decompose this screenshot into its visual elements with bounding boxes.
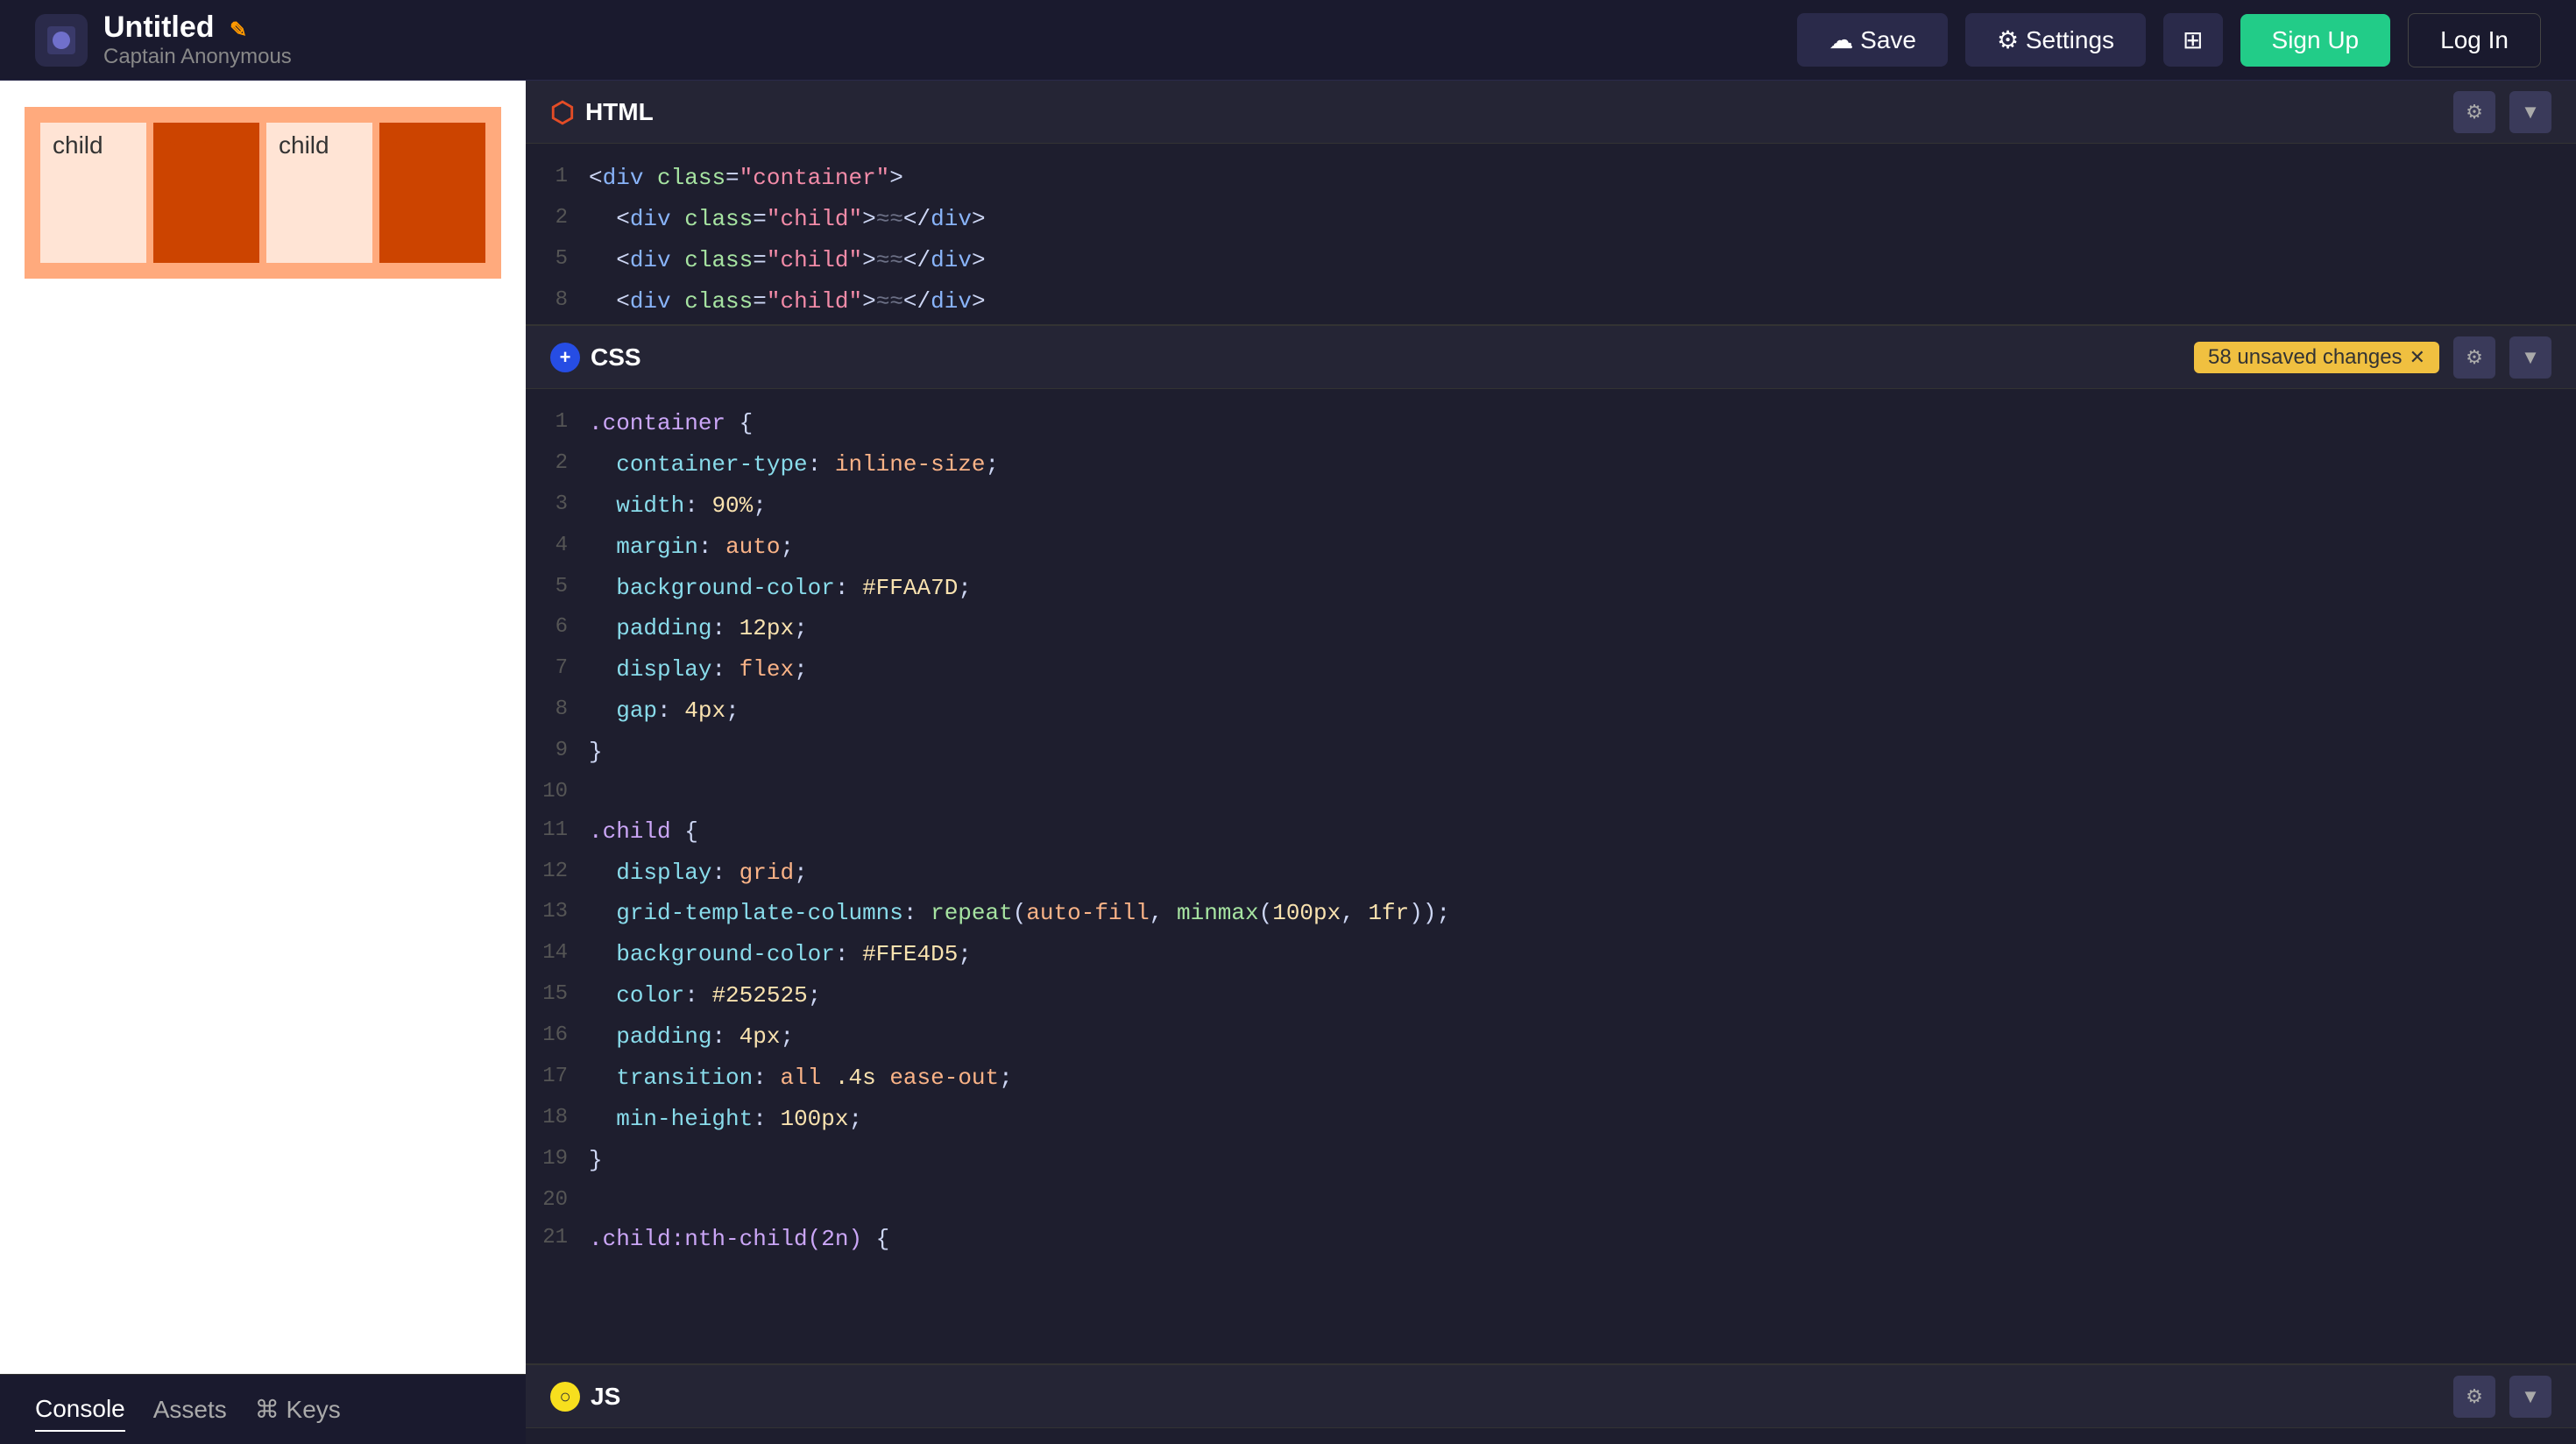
brand-title: Untitled ✎: [103, 11, 292, 45]
css-line-4: 4 margin: auto;: [526, 527, 2576, 568]
edit-icon[interactable]: ✎: [230, 18, 247, 42]
css-line-11: 11 .child {: [526, 811, 2576, 853]
container-preview: child child child child: [25, 107, 501, 279]
signup-button[interactable]: Sign Up: [2240, 14, 2391, 67]
keys-tab[interactable]: ⌘ Keys: [255, 1388, 341, 1431]
child-box-4: child: [379, 123, 485, 263]
top-navigation: Untitled ✎ Captain Anonymous ☁ Save ⚙ Se…: [0, 0, 2576, 81]
js-panel-header: ○ JS ⚙ ▼: [526, 1365, 2576, 1428]
css-line-12: 12 display: grid;: [526, 853, 2576, 894]
child-box-2: child: [153, 123, 259, 263]
css-line-1: 1 .container {: [526, 403, 2576, 444]
login-button[interactable]: Log In: [2408, 13, 2541, 67]
js-panel: ○ JS ⚙ ▼: [526, 1365, 2576, 1444]
css-line-21: 21 .child:nth-child(2n) {: [526, 1219, 2576, 1260]
nav-actions: ☁ Save ⚙ Settings ⊞ Sign Up Log In: [1797, 13, 2541, 67]
unsaved-badge-text: 58 unsaved changes: [2208, 345, 2403, 370]
html-line-2: 2 <div class="child">≈≈</div>: [526, 199, 2576, 240]
unsaved-changes-badge: 58 unsaved changes ✕: [2194, 342, 2439, 373]
js-collapse-button[interactable]: ▼: [2509, 1376, 2551, 1418]
settings-button[interactable]: ⚙ Settings: [1965, 13, 2146, 67]
html-code-editor[interactable]: 1 <div class="container"> 2 <div class="…: [526, 144, 2576, 324]
html-panel: ⬡ HTML ⚙ ▼ 1 <div class="container"> 2 <…: [526, 81, 2576, 326]
css-line-6: 6 padding: 12px;: [526, 608, 2576, 649]
css-line-19: 19 }: [526, 1140, 2576, 1181]
html-panel-label: ⬡ HTML: [550, 96, 654, 129]
child-box-3: child: [266, 123, 372, 263]
css-line-5: 5 background-color: #FFAA7D;: [526, 568, 2576, 609]
css-line-17: 17 transition: all .4s ease-out;: [526, 1058, 2576, 1099]
code-area: ⬡ HTML ⚙ ▼ 1 <div class="container"> 2 <…: [526, 81, 2576, 1444]
css-settings-button[interactable]: ⚙: [2453, 336, 2495, 379]
html-line-8: 8 <div class="child">≈≈</div>: [526, 281, 2576, 322]
html-line-11: 11 <div class="child">: [526, 322, 2576, 324]
css-line-13: 13 grid-template-columns: repeat(auto-fi…: [526, 893, 2576, 934]
css-line-15: 15 color: #252525;: [526, 975, 2576, 1016]
css-line-9: 9 }: [526, 732, 2576, 773]
js-icon: ○: [550, 1382, 580, 1412]
brand-title-text: Untitled: [103, 11, 215, 44]
css-title: CSS: [591, 343, 641, 372]
brand-subtitle: Captain Anonymous: [103, 45, 292, 69]
html-title: HTML: [585, 98, 654, 126]
css-line-10: 10: [526, 773, 2576, 811]
css-line-14: 14 background-color: #FFE4D5;: [526, 934, 2576, 975]
html-icon: ⬡: [550, 96, 575, 129]
css-panel-label: + CSS: [550, 343, 641, 372]
html-line-1: 1 <div class="container">: [526, 158, 2576, 199]
html-line-5: 5 <div class="child">≈≈</div>: [526, 240, 2576, 281]
layout-button[interactable]: ⊞: [2163, 13, 2222, 67]
js-panel-actions: ⚙ ▼: [2453, 1376, 2551, 1418]
main-layout: child child child child Console Assets ⌘…: [0, 81, 2576, 1444]
close-icon[interactable]: ✕: [2410, 346, 2425, 369]
css-panel-actions: 58 unsaved changes ✕ ⚙ ▼: [2194, 336, 2551, 379]
brand-info: Untitled ✎ Captain Anonymous: [103, 11, 292, 69]
child-box-1: child: [40, 123, 146, 263]
preview-panel: child child child child Console Assets ⌘…: [0, 81, 526, 1444]
css-collapse-button[interactable]: ▼: [2509, 336, 2551, 379]
css-line-2: 2 container-type: inline-size;: [526, 444, 2576, 485]
css-line-8: 8 gap: 4px;: [526, 690, 2576, 732]
brand-area: Untitled ✎ Captain Anonymous: [35, 11, 1797, 69]
save-button[interactable]: ☁ Save: [1797, 13, 1948, 67]
css-line-7: 7 display: flex;: [526, 649, 2576, 690]
brand-logo: [35, 14, 88, 67]
bottom-bar: Console Assets ⌘ Keys: [0, 1374, 526, 1444]
css-line-20: 20: [526, 1181, 2576, 1220]
js-settings-button[interactable]: ⚙: [2453, 1376, 2495, 1418]
css-line-3: 3 width: 90%;: [526, 485, 2576, 527]
css-line-18: 18 min-height: 100px;: [526, 1099, 2576, 1140]
css-panel: + CSS 58 unsaved changes ✕ ⚙ ▼ 1 .contai…: [526, 326, 2576, 1365]
html-panel-header: ⬡ HTML ⚙ ▼: [526, 81, 2576, 144]
console-tab[interactable]: Console: [35, 1388, 125, 1432]
assets-tab[interactable]: Assets: [153, 1389, 227, 1431]
js-title: JS: [591, 1383, 620, 1411]
html-settings-button[interactable]: ⚙: [2453, 91, 2495, 133]
css-panel-header: + CSS 58 unsaved changes ✕ ⚙ ▼: [526, 326, 2576, 389]
html-collapse-button[interactable]: ▼: [2509, 91, 2551, 133]
css-line-16: 16 padding: 4px;: [526, 1016, 2576, 1058]
css-code-editor[interactable]: 1 .container { 2 container-type: inline-…: [526, 389, 2576, 1363]
html-panel-actions: ⚙ ▼: [2453, 91, 2551, 133]
css-icon: +: [550, 343, 580, 372]
preview-content: child child child child: [0, 81, 526, 1444]
js-panel-label: ○ JS: [550, 1382, 620, 1412]
